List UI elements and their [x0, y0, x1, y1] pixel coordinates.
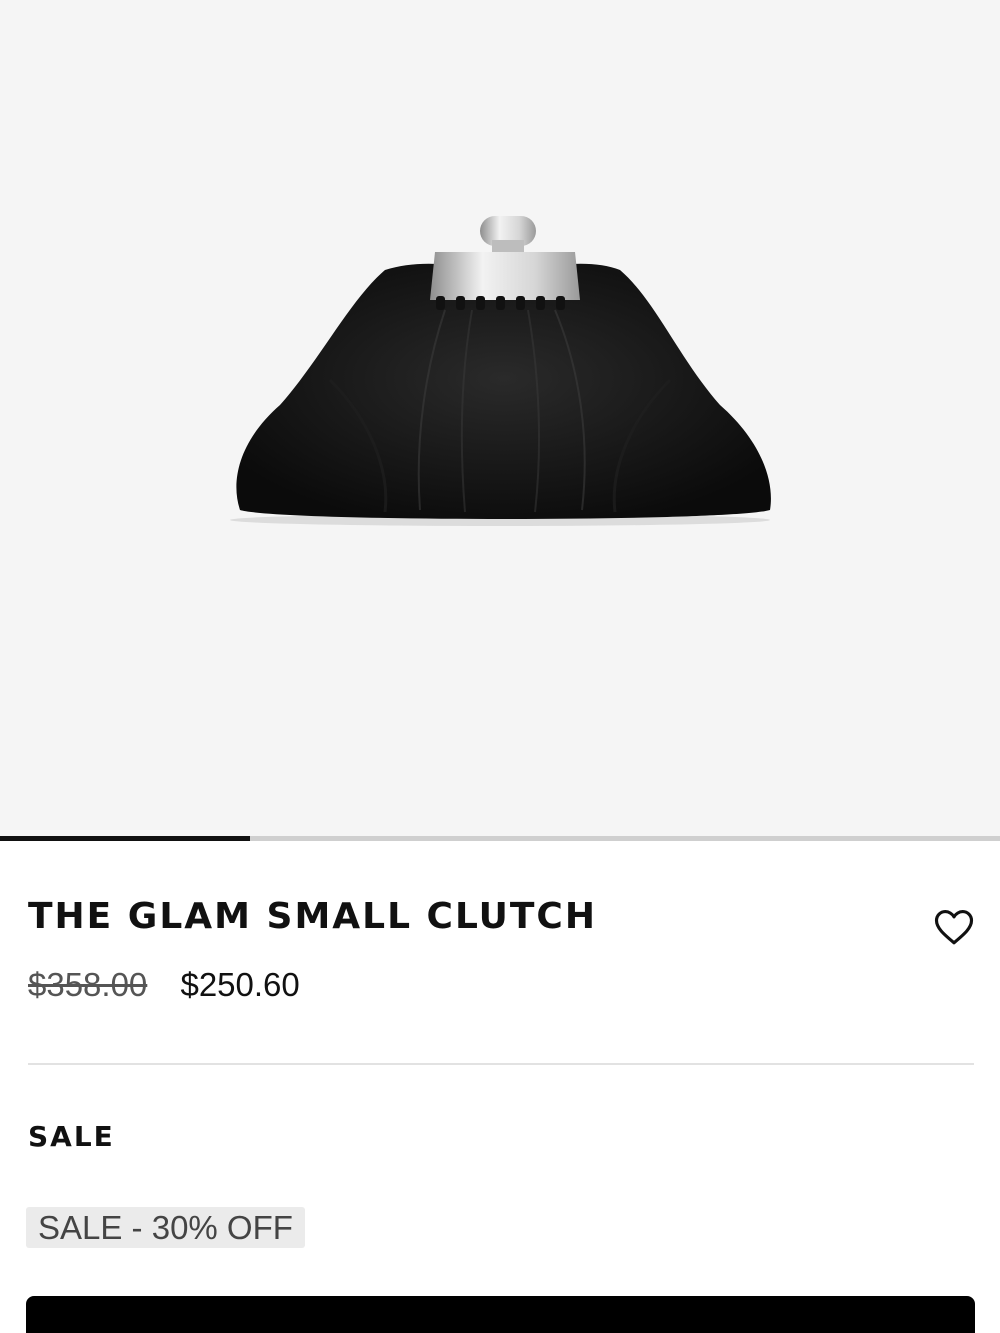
- add-to-bag-button[interactable]: [26, 1296, 975, 1333]
- gallery-progress-fill: [0, 836, 250, 841]
- heart-icon[interactable]: [932, 906, 976, 948]
- divider: [28, 1063, 974, 1065]
- promotion-section-label: SALE: [28, 1120, 115, 1153]
- price-block: $358.00 $250.60: [28, 966, 300, 1004]
- sale-badge: SALE - 30% OFF: [26, 1207, 305, 1248]
- product-image-clutch[interactable]: [210, 190, 790, 550]
- product-title: THE GLAM SMALL CLUTCH: [28, 896, 597, 937]
- product-image-gallery[interactable]: [0, 0, 1000, 838]
- sale-price: $250.60: [180, 966, 300, 1003]
- original-price: $358.00: [28, 966, 148, 1003]
- gallery-progress-bar: [0, 836, 1000, 841]
